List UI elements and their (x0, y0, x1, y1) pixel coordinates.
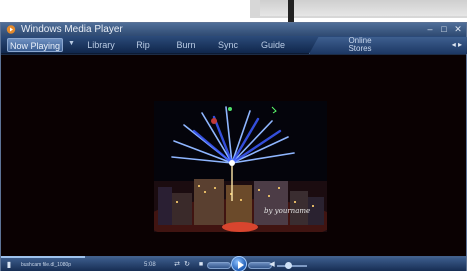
chevron-down-icon[interactable]: ▼ (68, 40, 75, 47)
stop-icon[interactable]: ■ (197, 261, 205, 269)
title-bar: Windows Media Player – □ ✕ (1, 23, 466, 36)
expand-arrow-icon[interactable]: ◂ ▸ (452, 40, 462, 49)
fireworks-video-frame: by yourname (154, 101, 327, 232)
tab-rip[interactable]: Rip (129, 38, 157, 52)
shuffle-icon[interactable]: ⇄ (173, 261, 181, 269)
video-watermark: by yourname (264, 207, 310, 215)
tab-now-playing[interactable]: Now Playing (7, 38, 63, 52)
previous-button[interactable] (207, 262, 231, 269)
mute-icon[interactable]: ◀ (268, 261, 276, 269)
app-title: Windows Media Player (21, 24, 123, 35)
maximize-button[interactable]: □ (439, 24, 449, 35)
close-button[interactable]: ✕ (453, 24, 463, 35)
playback-controls: ▮ bushcam file.dl_1080p 5:08 ⇄ ↻ ■ ◀ (1, 256, 466, 271)
volume-slider[interactable] (277, 265, 307, 267)
video-area[interactable]: by yourname (1, 55, 466, 265)
track-name: bushcam file.dl_1080p (21, 262, 72, 268)
volume-knob[interactable] (284, 262, 292, 269)
library-icon[interactable]: ▮ (5, 261, 13, 269)
minimize-button[interactable]: – (425, 24, 435, 35)
tab-library[interactable]: Library (81, 38, 121, 52)
tab-sync[interactable]: Sync (211, 38, 245, 52)
online-stores-label: Online Stores (348, 36, 372, 53)
tab-online-stores[interactable]: Online Stores ◂ ▸ (309, 37, 467, 54)
tab-bar: Now Playing ▼ Library Rip Burn Sync Guid… (1, 36, 467, 54)
media-player-window: Windows Media Player – □ ✕ Now Playing ▼… (0, 22, 467, 271)
elapsed-time: 5:08 (144, 262, 156, 268)
play-button[interactable] (231, 256, 247, 271)
tab-guide[interactable]: Guide (253, 38, 293, 52)
repeat-icon[interactable]: ↻ (183, 261, 191, 269)
window-controls: – □ ✕ (425, 24, 463, 35)
media-player-icon (6, 25, 16, 34)
tab-burn[interactable]: Burn (169, 38, 203, 52)
